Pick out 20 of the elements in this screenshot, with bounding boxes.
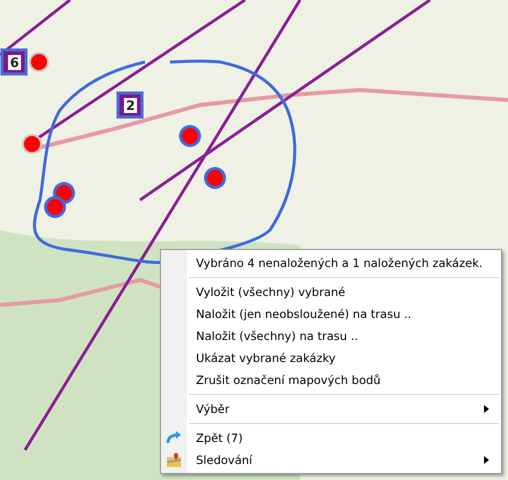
map-marker[interactable] (179, 125, 201, 147)
route-stop-badge[interactable]: 2 (116, 92, 144, 118)
map-marker[interactable] (29, 52, 49, 72)
route-stop-badge[interactable]: 6 (0, 48, 28, 76)
submenu-arrow-icon (484, 405, 489, 413)
map-marker[interactable] (22, 134, 42, 154)
menu-item[interactable]: Zrušit označení mapových bodů (161, 369, 501, 391)
menu-item[interactable]: Ukázat vybrané zakázky (161, 347, 501, 369)
menu-item[interactable]: Výběr (161, 398, 501, 420)
menu-item[interactable]: Vyložit (všechny) vybrané (161, 281, 501, 303)
menu-item[interactable]: Naložit (jen neobsloužené) na trasu .. (161, 303, 501, 325)
map-marker[interactable] (204, 167, 226, 189)
menu-item[interactable]: Naložit (všechny) na trasu .. (161, 325, 501, 347)
curved-arrow-icon (166, 431, 182, 445)
map-pin-icon (166, 452, 182, 468)
selection-summary: Vybráno 4 nenaložených a 1 naložených zakázek. (196, 256, 484, 270)
menu-item[interactable]: Sledování (161, 449, 501, 471)
submenu-arrow-icon (484, 456, 489, 464)
map-marker[interactable] (44, 196, 66, 218)
menu-item[interactable]: Zpět (7) (161, 427, 501, 449)
